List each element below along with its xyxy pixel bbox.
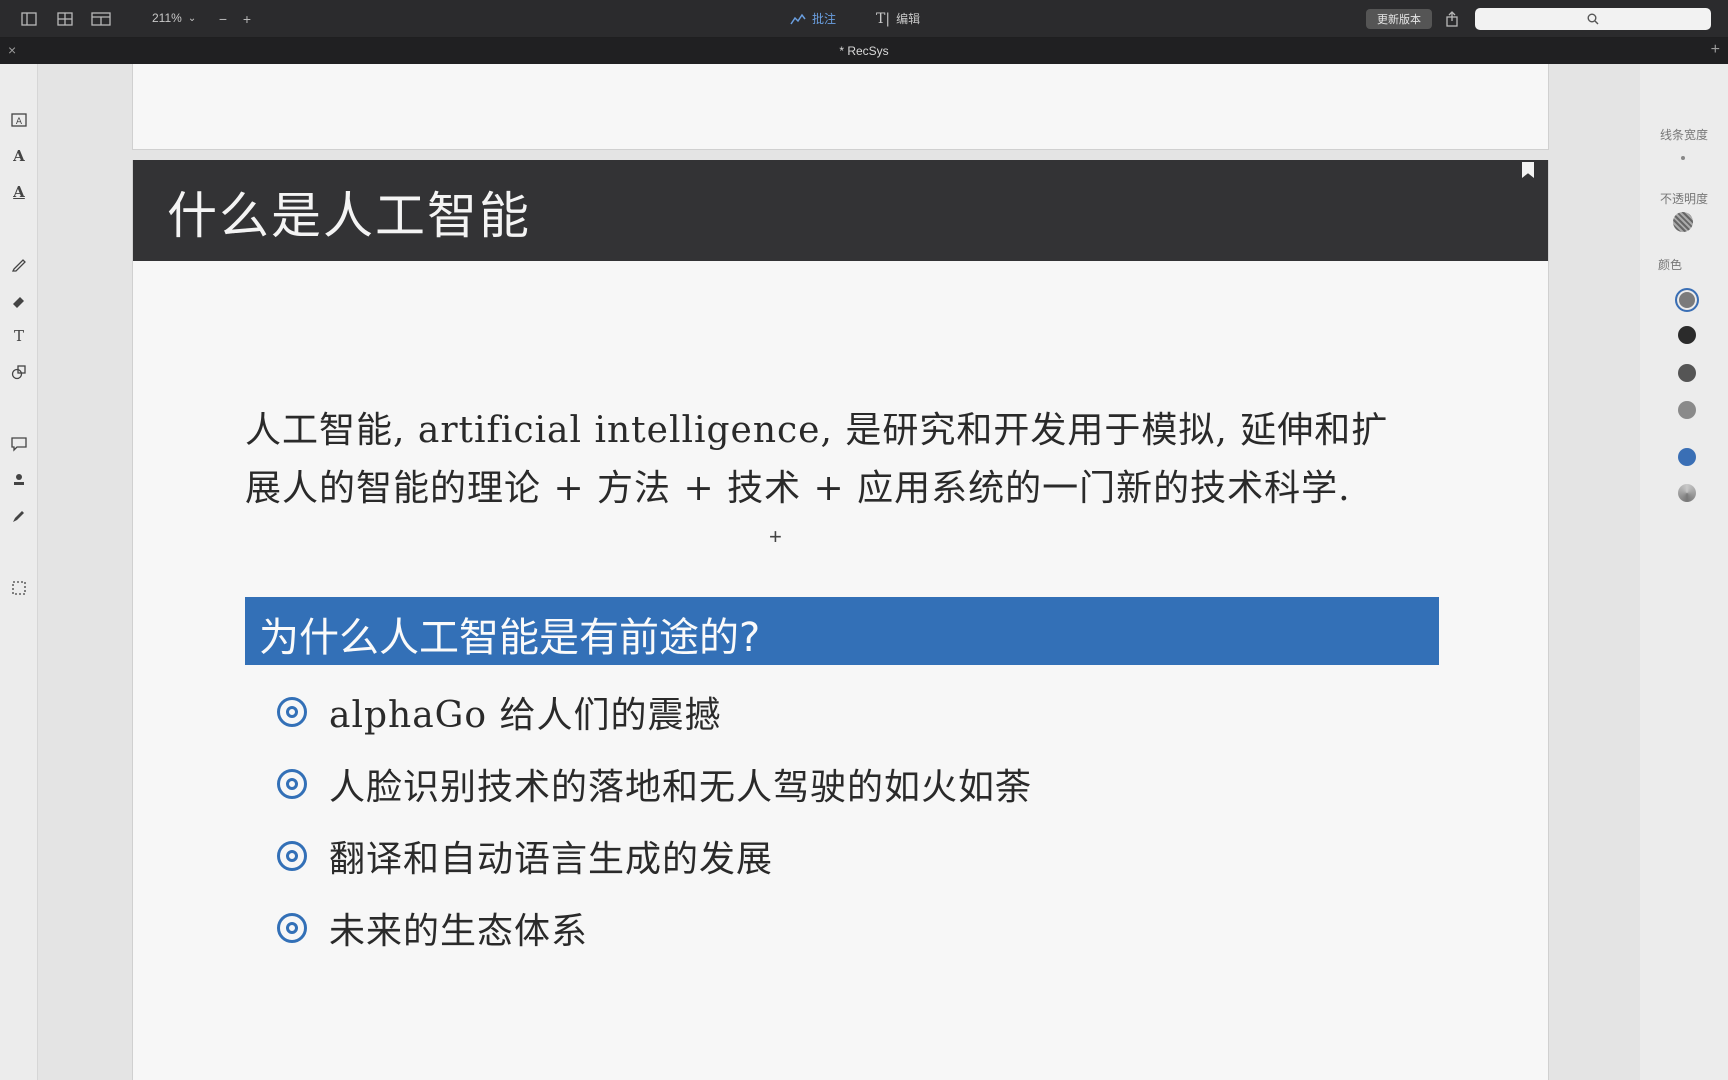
definition-paragraph: 人工智能, artificial intelligence, 是研究和开发用于模… [245, 410, 1389, 509]
section-title: 为什么人工智能是有前途的? [259, 615, 761, 661]
comment-tool-icon[interactable] [9, 434, 29, 454]
text-edit-icon: T| [876, 10, 891, 27]
list-item-text: 人脸识别技术的落地和无人驾驶的如火如荼 [329, 767, 1033, 808]
color-swatch-mid-gray[interactable] [1678, 401, 1696, 419]
previous-page [132, 64, 1549, 150]
underline-text-icon[interactable]: A [9, 182, 29, 202]
target-bullet-icon [277, 769, 307, 799]
add-tab-icon[interactable]: + [1711, 41, 1720, 59]
share-icon[interactable] [1444, 10, 1460, 28]
highlight-text-icon[interactable]: A [9, 146, 29, 166]
annotate-label: 批注 [812, 12, 837, 26]
zoom-out-icon[interactable]: − [216, 10, 230, 28]
list-item: alphaGo 给人们的震撼 [277, 676, 1377, 748]
sidebar-toggle-icon[interactable] [20, 10, 38, 28]
annotate-mode-button[interactable]: 批注 [790, 10, 836, 27]
color-swatch-blue[interactable] [1678, 448, 1696, 466]
top-toolbar: 211% ⌄ − + 批注 T| 编辑 更新版本 [0, 0, 1728, 38]
annotation-tool-rail: A A A T [0, 64, 38, 1080]
edit-label: 编辑 [896, 12, 921, 26]
list-item: 人脸识别技术的落地和无人驾驶的如火如荼 [277, 748, 1377, 820]
upgrade-label: 更新版本 [1377, 14, 1421, 26]
list-item: 翻译和自动语言生成的发展 [277, 820, 1377, 892]
shape-tool-icon[interactable] [9, 362, 29, 382]
color-swatch-gray-selected[interactable] [1675, 288, 1699, 312]
line-width-indicator[interactable] [1681, 156, 1685, 160]
properties-panel: 线条宽度 不透明度 颜色 [1640, 64, 1728, 1080]
slide-header: 什么是人工智能 [133, 160, 1548, 261]
selection-tool-icon[interactable] [9, 578, 29, 598]
list-item-text: alphaGo 给人们的震撼 [329, 695, 722, 736]
text-tool-icon[interactable]: T [9, 326, 29, 346]
list-item-text: 翻译和自动语言生成的发展 [329, 839, 774, 880]
slide-title: 什么是人工智能 [167, 187, 531, 245]
stamp-tool-icon[interactable] [9, 470, 29, 490]
edit-mode-button[interactable]: T| 编辑 [876, 10, 920, 27]
annotate-icon [790, 13, 806, 24]
target-bullet-icon [277, 841, 307, 871]
search-icon [1587, 13, 1599, 25]
zoom-in-icon[interactable]: + [240, 10, 254, 28]
signature-tool-icon[interactable] [9, 506, 29, 526]
crosshair-cursor-icon: + [769, 524, 782, 549]
section-heading-bar: 为什么人工智能是有前途的? [245, 597, 1439, 665]
zoom-dropdown[interactable]: 211% ⌄ [152, 11, 196, 25]
grid-view-icon[interactable] [56, 10, 74, 28]
color-swatch-black[interactable] [1678, 326, 1696, 344]
chevron-down-icon: ⌄ [187, 12, 197, 24]
line-width-label: 线条宽度 [1659, 128, 1708, 142]
reasons-list: alphaGo 给人们的震撼 人脸识别技术的落地和无人驾驶的如火如荼 翻译和自动… [277, 676, 1377, 964]
color-label: 颜色 [1658, 258, 1683, 272]
pencil-tool-icon[interactable] [9, 254, 29, 274]
search-input[interactable] [1475, 8, 1711, 30]
page-layout-icon[interactable] [90, 10, 112, 28]
eraser-tool-icon[interactable] [9, 290, 29, 310]
tab-document-title[interactable]: * RecSys [0, 44, 1728, 58]
tab-bar: × * RecSys + [0, 38, 1728, 64]
color-swatch-custom[interactable] [1678, 484, 1696, 502]
opacity-label: 不透明度 [1659, 192, 1708, 206]
color-swatch-dark-gray[interactable] [1678, 364, 1696, 382]
target-bullet-icon [277, 697, 307, 727]
svg-text:A: A [16, 117, 23, 127]
text-box-tool-icon[interactable]: A [9, 110, 29, 130]
upgrade-button[interactable]: 更新版本 [1366, 9, 1432, 29]
bookmark-icon[interactable] [1522, 162, 1534, 178]
list-item-text: 未来的生态体系 [329, 911, 589, 952]
opacity-swatch[interactable] [1673, 212, 1693, 232]
zoom-value: 211% [152, 11, 182, 25]
slide-page: 什么是人工智能 人工智能, artificial intelligence, 是… [132, 160, 1549, 1080]
target-bullet-icon [277, 913, 307, 943]
list-item: 未来的生态体系 [277, 892, 1377, 964]
